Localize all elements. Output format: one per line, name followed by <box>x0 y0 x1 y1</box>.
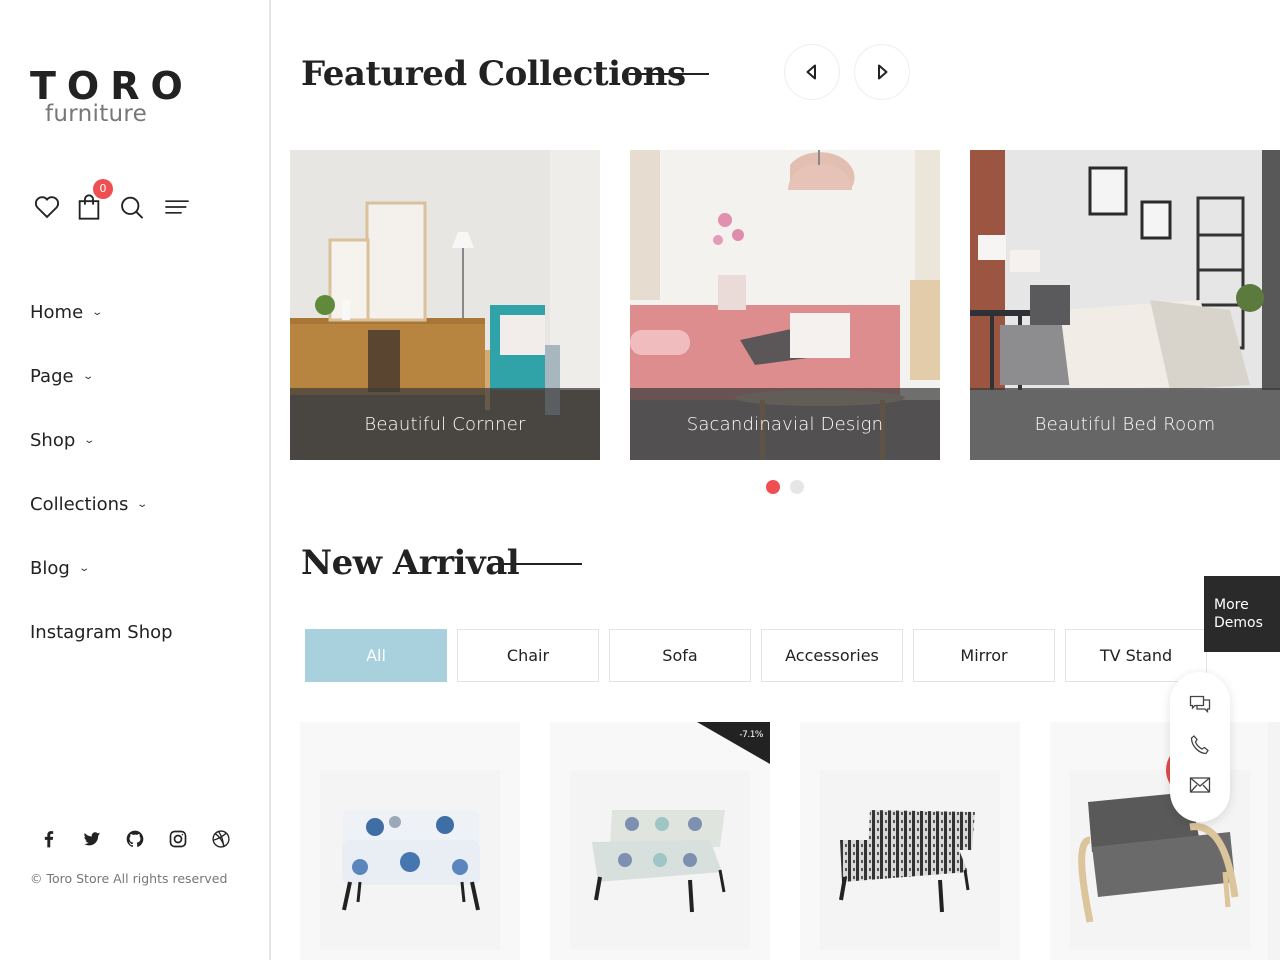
product-image <box>839 810 975 913</box>
title-divider <box>629 73 709 75</box>
carousel-pagination <box>766 480 814 494</box>
chat-icon <box>1189 695 1211 714</box>
chevron-down-icon: ⌄ <box>136 499 149 510</box>
github-icon <box>126 830 144 847</box>
nav-item-instagram-shop[interactable]: Instagram Shop <box>30 618 173 682</box>
instagram-icon <box>169 830 187 848</box>
pagination-dot[interactable] <box>790 480 804 494</box>
pagination-dot-active[interactable] <box>766 480 780 494</box>
category-filters: All Chair Sofa Accessories Mirror TV Sta… <box>305 629 1217 682</box>
filter-sofa[interactable]: Sofa <box>609 629 751 682</box>
next-product-edge <box>1268 722 1280 960</box>
discount-badge: -7.1% <box>697 722 770 764</box>
dribbble-icon <box>212 830 230 848</box>
github-link[interactable] <box>124 828 146 850</box>
phone-button[interactable] <box>1188 733 1212 757</box>
carousel-next-button[interactable] <box>854 44 910 100</box>
more-demos-line2: Demos <box>1214 615 1263 631</box>
collection-card[interactable]: Sacandinavial Design <box>630 150 940 460</box>
triangle-right-icon <box>878 64 888 80</box>
collection-card[interactable]: Beautiful Bed Room <box>970 150 1280 460</box>
chevron-down-icon: ⌄ <box>91 307 104 318</box>
chevron-down-icon: ⌄ <box>83 435 96 446</box>
filter-all[interactable]: All <box>305 629 447 682</box>
mail-icon <box>1189 777 1211 793</box>
mail-button[interactable] <box>1188 773 1212 797</box>
search-button[interactable] <box>118 193 146 221</box>
wishlist-button[interactable] <box>33 193 61 221</box>
nav-label: Shop <box>30 430 76 451</box>
facebook-icon <box>44 831 54 848</box>
dribbble-link[interactable] <box>210 828 232 850</box>
menu-button[interactable] <box>163 193 191 221</box>
search-icon <box>121 196 144 219</box>
chat-button[interactable] <box>1188 693 1212 717</box>
filter-tv-stand[interactable]: TV Stand <box>1065 629 1207 682</box>
nav-item-blog[interactable]: Blog ⌄ <box>30 554 173 618</box>
contact-widget <box>1170 672 1230 822</box>
product-card[interactable]: -7.1% <box>550 722 770 960</box>
instagram-link[interactable] <box>167 828 189 850</box>
product-card[interactable] <box>300 722 520 960</box>
triangle-left-icon <box>806 64 816 80</box>
carousel-prev-button[interactable] <box>784 44 840 100</box>
heart-icon <box>34 196 60 219</box>
nav-item-shop[interactable]: Shop ⌄ <box>30 426 173 490</box>
nav-item-collections[interactable]: Collections ⌄ <box>30 490 173 554</box>
discount-text: -7.1% <box>739 730 763 740</box>
nav-item-page[interactable]: Page ⌄ <box>30 362 173 426</box>
collection-caption: Sacandinavial Design <box>630 388 940 460</box>
filter-accessories[interactable]: Accessories <box>761 629 903 682</box>
more-demos-button[interactable]: More Demos <box>1204 576 1280 652</box>
badge-corner <box>697 722 770 764</box>
nav-label: Home <box>30 302 84 323</box>
twitter-icon <box>84 832 101 846</box>
social-links <box>38 828 253 850</box>
filter-mirror[interactable]: Mirror <box>913 629 1055 682</box>
copyright-text: © Toro Store All rights reserved <box>30 871 228 886</box>
chevron-down-icon: ⌄ <box>81 371 94 382</box>
collection-caption: Beautiful Bed Room <box>970 388 1280 460</box>
featured-collections-title: Featured Collections <box>301 54 686 94</box>
facebook-link[interactable] <box>38 828 60 850</box>
product-card[interactable] <box>1050 722 1270 960</box>
chevron-down-icon: ⌄ <box>78 563 90 574</box>
filter-chair[interactable]: Chair <box>457 629 599 682</box>
nav-label: Collections <box>30 494 129 515</box>
cart-count-badge: 0 <box>93 179 113 199</box>
product-card[interactable] <box>800 722 1020 960</box>
sidebar: TORO furniture 0 Home ⌄ Page ⌄ Shop ⌄ Colle… <box>0 0 271 960</box>
phone-icon <box>1190 735 1209 755</box>
collection-card[interactable]: Beautiful Cornner <box>290 150 600 460</box>
collection-caption: Beautiful Cornner <box>290 388 600 460</box>
product-image <box>342 810 480 911</box>
nav-label: Blog <box>30 558 70 579</box>
main-nav: Home ⌄ Page ⌄ Shop ⌄ Collections ⌄ Blog ⌄ Ins… <box>30 298 173 682</box>
title-divider <box>502 563 582 565</box>
menu-icon <box>165 200 189 214</box>
cart-button[interactable]: 0 <box>75 179 113 221</box>
nav-label: Instagram Shop <box>30 622 173 643</box>
product-image <box>1078 792 1239 923</box>
logo[interactable]: TORO furniture <box>30 64 194 126</box>
twitter-link[interactable] <box>81 828 103 850</box>
more-demos-line1: More <box>1214 597 1249 613</box>
new-arrival-title: New Arrival <box>301 543 520 583</box>
nav-item-home[interactable]: Home ⌄ <box>30 298 173 362</box>
nav-label: Page <box>30 366 74 387</box>
